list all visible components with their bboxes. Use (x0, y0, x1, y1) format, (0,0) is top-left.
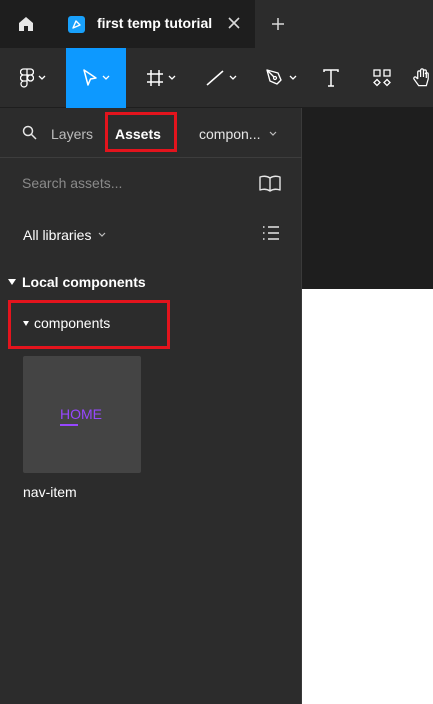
document-title: first temp tutorial (97, 15, 213, 31)
resources-tool-button[interactable] (364, 48, 400, 108)
tab-bar: first temp tutorial (0, 0, 433, 48)
tab-assets[interactable]: Assets (115, 126, 161, 142)
assets-search-row (0, 158, 302, 210)
canvas[interactable] (302, 108, 433, 704)
components-icon (373, 69, 391, 87)
design-file-icon (68, 16, 85, 33)
home-button[interactable] (0, 0, 52, 48)
search-assets-input[interactable] (22, 175, 242, 191)
text-icon (323, 69, 339, 87)
library-filter-dropdown[interactable]: All libraries (23, 227, 106, 243)
plus-icon (272, 18, 284, 30)
caret-down-icon (8, 279, 16, 285)
page-selector[interactable]: compon... (199, 126, 277, 142)
library-filter-label: All libraries (23, 227, 92, 243)
text-tool-button[interactable] (314, 48, 348, 108)
components-group-label: components (34, 315, 111, 331)
component-name: nav-item (23, 484, 77, 500)
figma-logo-icon (20, 68, 34, 88)
document-tab[interactable]: first temp tutorial (52, 0, 255, 48)
chevron-down-icon (289, 75, 297, 80)
chevron-down-icon (38, 75, 46, 80)
panel-tabs: Layers Assets compon... (0, 108, 302, 158)
cursor-icon (83, 69, 97, 86)
local-components-section[interactable]: Local components (8, 274, 146, 290)
chevron-down-icon (229, 75, 237, 80)
canvas-background (302, 108, 433, 289)
chevron-down-icon (270, 131, 277, 136)
toolbar (0, 48, 433, 108)
new-tab-button[interactable] (266, 12, 290, 36)
page-selector-label: compon... (199, 126, 261, 142)
component-preview-text: HOME (60, 406, 102, 422)
hand-icon (413, 68, 429, 87)
close-tab-button[interactable] (226, 14, 242, 32)
local-components-label: Local components (22, 274, 146, 290)
hand-tool-button[interactable] (412, 48, 433, 108)
book-icon[interactable] (258, 174, 282, 192)
left-panel: Layers Assets compon... All libraries (0, 108, 302, 704)
figma-window: first temp tutorial Layers Assets compon… (0, 0, 433, 704)
caret-down-icon (23, 321, 29, 326)
line-icon (206, 70, 224, 86)
main-menu-button[interactable] (8, 48, 58, 108)
home-icon (19, 17, 33, 31)
search-icon[interactable] (22, 125, 37, 140)
chevron-down-icon (99, 232, 106, 237)
pen-icon (266, 69, 282, 85)
chevron-down-icon (168, 75, 176, 80)
frame-tool-button[interactable] (136, 48, 186, 108)
line-tool-button[interactable] (196, 48, 246, 108)
component-preview-underline (60, 424, 78, 426)
list-view-icon[interactable] (262, 224, 280, 242)
chevron-down-icon (102, 75, 110, 80)
close-icon (228, 17, 240, 29)
component-thumbnail[interactable]: HOME (23, 356, 141, 473)
tab-layers[interactable]: Layers (51, 126, 93, 142)
library-filter-row: All libraries (0, 210, 302, 258)
frame-icon (147, 70, 163, 86)
components-group[interactable]: components (8, 300, 170, 349)
move-tool-button[interactable] (66, 48, 126, 108)
pen-tool-button[interactable] (256, 48, 306, 108)
